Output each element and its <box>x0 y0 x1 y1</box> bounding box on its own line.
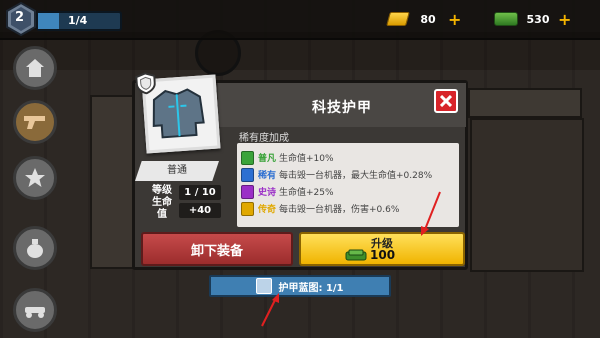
nav-bag-button[interactable] <box>13 226 57 270</box>
rarity-bonus-text: 每击毁一台机器，伤害+0.6% <box>279 205 400 215</box>
xp-progress-bar: 1/4 <box>36 11 122 31</box>
rarity-rare-icon <box>241 167 254 182</box>
add-cash-button[interactable]: + <box>558 10 571 29</box>
stat-labels-text: 等级 生命 值 <box>152 185 172 220</box>
rarity-tag: 普通 <box>135 161 219 181</box>
rarity-name: 传奇 <box>258 205 277 215</box>
armor-item-card <box>135 72 221 154</box>
rarity-bonus-row: 普凡 生命值+10% <box>241 149 455 166</box>
upgrade-cost-value: 100 <box>370 248 396 262</box>
level-number: 2 <box>15 10 25 25</box>
rarity-bonus-header: 稀有度加成 <box>239 133 289 144</box>
upgrade-cost: 100 <box>345 248 395 262</box>
dialog-title: 科技护甲 <box>312 100 372 116</box>
add-gold-button[interactable]: + <box>448 10 461 29</box>
rarity-bonus-text: 每击毁一台机器，最大生命值+0.28% <box>279 171 433 181</box>
rarity-name: 史诗 <box>258 188 277 198</box>
hp-value: +40 <box>179 203 221 218</box>
level-value: 1 / 10 <box>179 185 221 200</box>
background-panel <box>470 118 584 272</box>
money-bag-icon <box>27 239 43 258</box>
close-icon <box>440 95 452 107</box>
gold-amount: 80 <box>420 12 436 26</box>
armor-detail-dialog: 科技护甲 普通 等级 生命 值 1 / 10 +40 稀有度加成 普凡 生命值+… <box>132 72 468 270</box>
close-button[interactable] <box>434 89 458 113</box>
rarity-bonus-text: 生命值+25% <box>279 188 334 198</box>
nav-vehicle-button[interactable] <box>13 288 57 332</box>
unequip-button-label: 卸下装备 <box>190 243 243 259</box>
annotation-arrow-upgrade <box>421 191 441 236</box>
unequip-button[interactable]: 卸下装备 <box>141 232 293 266</box>
cash-stack-icon <box>345 249 367 261</box>
nav-home-button[interactable] <box>13 46 57 90</box>
background-frame <box>468 88 582 118</box>
rarity-epic-icon <box>241 184 254 199</box>
dialog-header: 科技护甲 <box>218 83 466 127</box>
nav-rating-button[interactable] <box>13 156 57 200</box>
rarity-legendary-icon <box>241 201 254 216</box>
rarity-bonus-text: 生命值+10% <box>279 154 334 164</box>
cash-resource: 530 + <box>494 9 571 29</box>
rarity-bonus-row: 稀有 每击毁一台机器，最大生命值+0.28% <box>241 166 455 183</box>
cash-amount: 530 <box>526 12 550 26</box>
background-shelf <box>90 95 134 269</box>
rarity-name: 稀有 <box>258 171 277 181</box>
pistol-icon <box>24 116 45 129</box>
armor-blueprint-banner: 护甲蓝图: 1/1 <box>209 275 391 297</box>
cash-stack-icon <box>494 12 518 26</box>
gold-resource: 80 + <box>386 9 461 29</box>
rarity-common-icon <box>241 150 254 165</box>
rarity-name: 普凡 <box>258 154 277 164</box>
shield-icon <box>135 72 156 95</box>
stat-labels: 等级 生命 值 <box>149 185 175 221</box>
star-icon <box>25 168 45 187</box>
xp-progress-text: 1/4 <box>68 14 88 27</box>
top-bar: 2 1/4 80 + 530 + <box>0 0 600 40</box>
annotation-arrow-blueprint <box>261 293 279 327</box>
gold-bar-icon <box>386 12 410 26</box>
nav-weapon-button[interactable] <box>13 100 57 144</box>
xp-progress-fill <box>38 13 59 29</box>
blueprint-count: 护甲蓝图: 1/1 <box>278 282 344 294</box>
home-icon <box>26 59 44 77</box>
vehicle-icon <box>25 307 45 318</box>
